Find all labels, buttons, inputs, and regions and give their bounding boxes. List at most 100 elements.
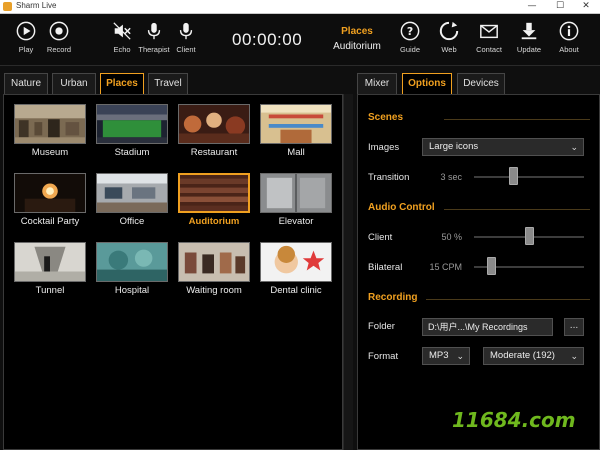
scene-auditorium[interactable]: Auditorium — [176, 173, 252, 227]
current-scene-name: Auditorium — [333, 41, 381, 52]
scene-label: Mall — [287, 147, 305, 158]
chevron-down-icon: ⌄ — [456, 351, 464, 361]
dental-clinic-thumbnail — [260, 242, 332, 282]
maximize-button[interactable]: ☐ — [546, 0, 574, 13]
auditorium-thumbnail — [178, 173, 250, 213]
tab-mixer[interactable]: Mixer — [357, 73, 397, 94]
update-button[interactable]: Update — [507, 20, 551, 54]
client-label: Client — [368, 232, 393, 243]
folder-path-field[interactable]: D:\用户...\My Recordings — [422, 318, 553, 336]
client-label: Client — [176, 45, 196, 54]
speaker-muted-icon — [113, 22, 131, 40]
cocktail-party-thumbnail — [14, 173, 86, 213]
record-button[interactable]: Record — [37, 20, 81, 54]
waiting-room-thumbnail — [178, 242, 250, 282]
stadium-thumbnail — [96, 104, 168, 144]
scene-restaurant[interactable]: Restaurant — [176, 104, 252, 158]
scene-label: Museum — [31, 147, 69, 158]
toolbar: Play Record Echo Therapist Client 00:00:… — [0, 14, 600, 66]
mall-thumbnail — [260, 104, 332, 144]
format-value: MP3 — [429, 350, 449, 361]
bilateral-value: 15 CPM — [429, 262, 462, 272]
audio-control-section-header: Audio Control — [368, 202, 435, 213]
window-titlebar: Sharm Live — ☐ ✕ — [0, 0, 600, 14]
section-divider — [444, 209, 590, 210]
browse-folder-button[interactable]: ... — [564, 318, 584, 336]
transition-slider-thumb[interactable] — [508, 167, 518, 185]
refresh-icon — [439, 21, 459, 41]
images-value: Large icons — [429, 141, 479, 152]
scene-label: Stadium — [114, 147, 150, 158]
scene-label: Waiting room — [186, 285, 242, 296]
microphone-icon — [147, 22, 161, 40]
tab-travel[interactable]: Travel — [148, 73, 188, 94]
scene-label: Restaurant — [190, 147, 238, 158]
about-button[interactable]: About — [547, 20, 591, 54]
tab-places[interactable]: Places — [100, 73, 144, 94]
elevator-thumbnail — [260, 173, 332, 213]
scene-museum[interactable]: Museum — [12, 104, 88, 158]
scene-hospital[interactable]: Hospital — [94, 242, 170, 296]
envelope-icon — [480, 24, 498, 39]
guide-button[interactable]: ? Guide — [388, 20, 432, 54]
office-thumbnail — [96, 173, 168, 213]
guide-label: Guide — [399, 45, 420, 54]
scene-dental-clinic[interactable]: Dental clinic — [258, 242, 334, 296]
tunnel-thumbnail — [14, 242, 86, 282]
scene-stadium[interactable]: Stadium — [94, 104, 170, 158]
chevron-down-icon: ⌄ — [570, 142, 578, 152]
current-scene-category: Places — [341, 26, 373, 37]
contact-label: Contact — [476, 45, 502, 54]
client-value: 50 % — [441, 232, 462, 242]
web-button[interactable]: Web — [427, 20, 471, 54]
contact-button[interactable]: Contact — [467, 20, 511, 54]
site-watermark-logo: 11684.com — [452, 408, 576, 432]
restaurant-thumbnail — [178, 104, 250, 144]
scene-waiting-room[interactable]: Waiting room — [176, 242, 252, 296]
scene-grid-scrollbar[interactable] — [343, 94, 353, 450]
museum-thumbnail — [14, 104, 86, 144]
web-label: Web — [441, 45, 457, 54]
close-button[interactable]: ✕ — [572, 0, 600, 13]
info-icon — [559, 21, 579, 41]
scene-mall[interactable]: Mall — [258, 104, 334, 158]
bilateral-label: Bilateral — [368, 262, 403, 273]
play-icon — [16, 21, 36, 41]
bilateral-slider-thumb[interactable] — [486, 257, 496, 275]
transition-label: Transition — [368, 172, 410, 183]
record-label: Record — [46, 45, 72, 54]
scene-label: Office — [119, 216, 145, 227]
session-timer: 00:00:00 — [232, 30, 303, 49]
images-dropdown[interactable]: Large icons ⌄ — [422, 138, 584, 156]
tab-devices[interactable]: Devices — [457, 73, 505, 94]
section-divider — [444, 119, 590, 120]
window-title: Sharm Live — [16, 1, 57, 10]
update-label: Update — [516, 45, 542, 54]
about-label: About — [559, 45, 579, 54]
format-dropdown[interactable]: MP3 ⌄ — [422, 347, 470, 365]
minimize-button[interactable]: — — [518, 0, 546, 13]
chevron-down-icon: ⌄ — [570, 351, 578, 361]
tab-urban[interactable]: Urban — [52, 73, 96, 94]
quality-dropdown[interactable]: Moderate (192) ⌄ — [483, 347, 584, 365]
scene-tunnel[interactable]: Tunnel — [12, 242, 88, 296]
section-divider — [426, 299, 590, 300]
scene-label: Hospital — [114, 285, 150, 296]
quality-value: Moderate (192) — [490, 350, 555, 361]
client-slider-thumb[interactable] — [525, 227, 534, 245]
scene-office[interactable]: Office — [94, 173, 170, 227]
transition-slider-track[interactable] — [474, 176, 584, 178]
client-mic-button[interactable]: Client — [164, 20, 208, 54]
help-icon: ? — [400, 21, 420, 41]
tab-nature[interactable]: Nature — [4, 73, 48, 94]
tab-options[interactable]: Options — [402, 73, 452, 94]
folder-label: Folder — [368, 321, 395, 332]
download-icon — [521, 22, 537, 40]
scenes-section-header: Scenes — [368, 112, 404, 123]
scene-label: Cocktail Party — [20, 216, 80, 227]
transition-value: 3 sec — [440, 172, 462, 182]
microphone-icon — [179, 22, 193, 40]
scene-elevator[interactable]: Elevator — [258, 173, 334, 227]
scene-cocktail-party[interactable]: Cocktail Party — [12, 173, 88, 227]
images-label: Images — [368, 142, 400, 153]
